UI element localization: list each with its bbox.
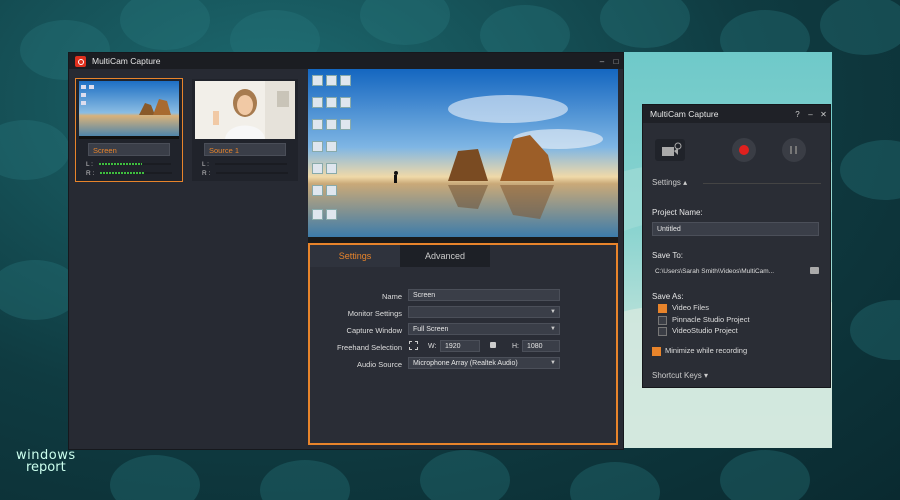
- desktop-icon: [312, 185, 323, 196]
- source-name-field[interactable]: Source 1: [204, 143, 286, 156]
- width-label: W:: [428, 343, 437, 350]
- audio-source-label: Audio Source: [356, 360, 402, 369]
- capture-control-window: MultiCam Capture ? – ✕ Settings ▴ Projec…: [642, 104, 831, 388]
- chevron-down-icon: ▼: [550, 326, 556, 332]
- desktop-icon: [326, 141, 337, 152]
- project-name-label: Project Name:: [652, 208, 703, 217]
- freehand-selection-label: Freehand Selection: [336, 343, 402, 352]
- video-files-checkbox[interactable]: [658, 304, 667, 313]
- desktop-icon: [312, 75, 323, 86]
- name-field[interactable]: Screen: [408, 289, 560, 301]
- monitor-settings-label: Monitor Settings: [347, 309, 402, 318]
- title-bar: MultiCam Capture ? – ✕: [643, 105, 830, 123]
- height-field[interactable]: 1080: [522, 340, 560, 352]
- desktop-icon: [326, 185, 337, 196]
- window-title: MultiCam Capture: [92, 56, 161, 66]
- videostudio-project-label: VideoStudio Project: [672, 326, 738, 335]
- capture-window-dropdown[interactable]: Full Screen ▼: [408, 323, 560, 335]
- help-button[interactable]: ?: [791, 110, 804, 119]
- desktop-icon: [312, 97, 323, 108]
- desktop-icon: [340, 119, 351, 130]
- shortcut-keys-toggle[interactable]: Shortcut Keys ▾: [652, 371, 708, 380]
- pause-icon: [790, 146, 792, 154]
- chevron-down-icon: ▼: [550, 360, 556, 366]
- desktop-icon: [326, 163, 337, 174]
- capture-window-label: Capture Window: [346, 326, 402, 335]
- desktop-icon: [326, 97, 337, 108]
- minimize-button[interactable]: –: [595, 57, 609, 66]
- source-thumb-screen[interactable]: Screen L : R :: [75, 78, 183, 182]
- capture-source-button[interactable]: [655, 139, 685, 161]
- desktop-icon: [340, 75, 351, 86]
- name-label: Name: [381, 292, 402, 301]
- minimize-button[interactable]: –: [804, 110, 817, 119]
- desktop-icon: [326, 75, 337, 86]
- audio-meter-left: L :: [86, 161, 171, 168]
- record-button[interactable]: [732, 138, 756, 162]
- windows-report-logo: windows report: [16, 448, 76, 475]
- save-path: C:\Users\Sarah Smith\Videos\MultiCam...: [655, 268, 775, 275]
- audio-meter-left: L :: [202, 161, 287, 168]
- webcam-thumbnail: [195, 81, 295, 139]
- app-logo-icon: [75, 55, 86, 67]
- width-field[interactable]: 1920: [440, 340, 480, 352]
- source-name-field[interactable]: Screen: [88, 143, 170, 156]
- title-bar: MultiCam Capture – □: [69, 53, 623, 69]
- monitor-settings-dropdown[interactable]: ▼: [408, 306, 560, 318]
- minimize-while-recording-label: Minimize while recording: [665, 346, 748, 355]
- settings-toggle[interactable]: Settings ▴: [652, 178, 687, 187]
- desktop-icon: [312, 163, 323, 174]
- desktop-icon: [312, 141, 323, 152]
- tab-settings[interactable]: Settings: [310, 245, 400, 267]
- close-button[interactable]: ✕: [817, 110, 830, 119]
- height-label: H:: [512, 343, 519, 350]
- desktop-icon: [312, 209, 323, 220]
- desktop-icon: [326, 209, 337, 220]
- videostudio-project-checkbox[interactable]: [658, 327, 667, 336]
- video-files-label: Video Files: [672, 303, 709, 312]
- maximize-button[interactable]: □: [609, 57, 623, 66]
- tab-advanced[interactable]: Advanced: [400, 245, 490, 267]
- window-title: MultiCam Capture: [650, 109, 719, 119]
- record-icon: [739, 145, 749, 155]
- chevron-down-icon: ▼: [550, 309, 556, 315]
- freehand-select-icon[interactable]: [409, 341, 418, 350]
- audio-source-dropdown[interactable]: Microphone Array (Realtek Audio) ▼: [408, 357, 560, 369]
- desktop-icon: [326, 119, 337, 130]
- desktop-icon: [340, 97, 351, 108]
- divider: [703, 183, 821, 184]
- pause-button[interactable]: [782, 138, 806, 162]
- source-thumb-webcam[interactable]: Source 1 L : R :: [192, 79, 298, 181]
- main-window: MultiCam Capture – □ Screen L : R : Sour…: [68, 52, 624, 450]
- minimize-while-recording-checkbox[interactable]: [652, 347, 661, 356]
- save-as-label: Save As:: [652, 292, 684, 301]
- lock-icon[interactable]: [490, 342, 496, 348]
- desktop-icon: [312, 119, 323, 130]
- folder-icon[interactable]: [810, 267, 819, 274]
- project-name-field[interactable]: Untitled: [652, 222, 819, 236]
- screen-thumbnail: [79, 81, 179, 139]
- audio-meter-right: R :: [86, 170, 173, 177]
- pinnacle-project-checkbox[interactable]: [658, 316, 667, 325]
- settings-panel: Settings Advanced Name Screen Monitor Se…: [308, 243, 618, 445]
- save-to-label: Save To:: [652, 251, 683, 260]
- audio-meter-right: R :: [202, 170, 289, 177]
- screen-preview: [308, 69, 618, 243]
- pinnacle-project-label: Pinnacle Studio Project: [672, 315, 750, 324]
